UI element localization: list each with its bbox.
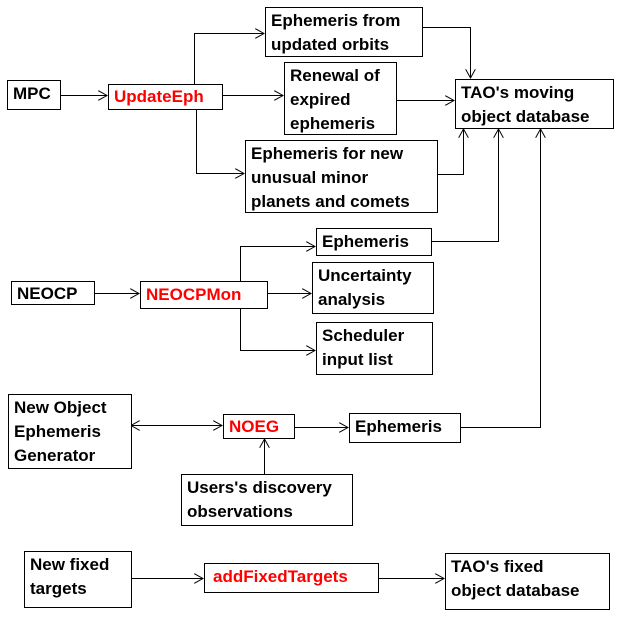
node-mpc: MPC (7, 80, 61, 110)
node-uncertainty: Uncertainty analysis (312, 262, 434, 314)
arrow-neocpmon-scheduler (240, 308, 316, 351)
node-updateeph: UpdateEph (108, 84, 223, 110)
arrow-unusual-tao (437, 129, 464, 175)
arrow-neocp-ephemeris-tao (431, 129, 499, 242)
node-neocp-ephemeris: Ephemeris (316, 228, 432, 256)
node-add-fixed-targets: addFixedTargets (204, 563, 379, 593)
flow-diagram: MPC UpdateEph Ephemeris from updated orb… (0, 0, 624, 624)
arrow-noeg-ephemeris-tao (460, 129, 541, 428)
arrow-updateeph-orbits (194, 34, 265, 84)
node-eph-updated-orbits: Ephemeris from updated orbits (265, 7, 423, 57)
node-noeg: NOEG (223, 414, 295, 439)
node-noeg-generator: New Object Ephemeris Generator (8, 394, 132, 469)
node-renewal: Renewal of expired ephemeris (284, 62, 397, 135)
node-eph-new-unusual: Ephemeris for new unusual minor planets … (245, 140, 438, 213)
arrow-neocpmon-ephemeris (240, 247, 316, 281)
node-scheduler: Scheduler input list (316, 322, 433, 375)
node-tao-moving-db: TAO's moving object database (455, 79, 614, 129)
node-tao-fixed-db: TAO's fixed object database (445, 553, 610, 610)
node-neocp: NEOCP (11, 281, 95, 305)
node-noeg-ephemeris: Ephemeris (349, 413, 461, 443)
node-users-discovery: Users's discovery observations (181, 474, 353, 526)
node-new-fixed-targets: New fixed targets (24, 551, 132, 608)
node-neocpmon: NEOCPMon (140, 281, 268, 309)
arrow-updateeph-unusual (196, 109, 245, 174)
arrow-orbits-tao (422, 27, 471, 79)
